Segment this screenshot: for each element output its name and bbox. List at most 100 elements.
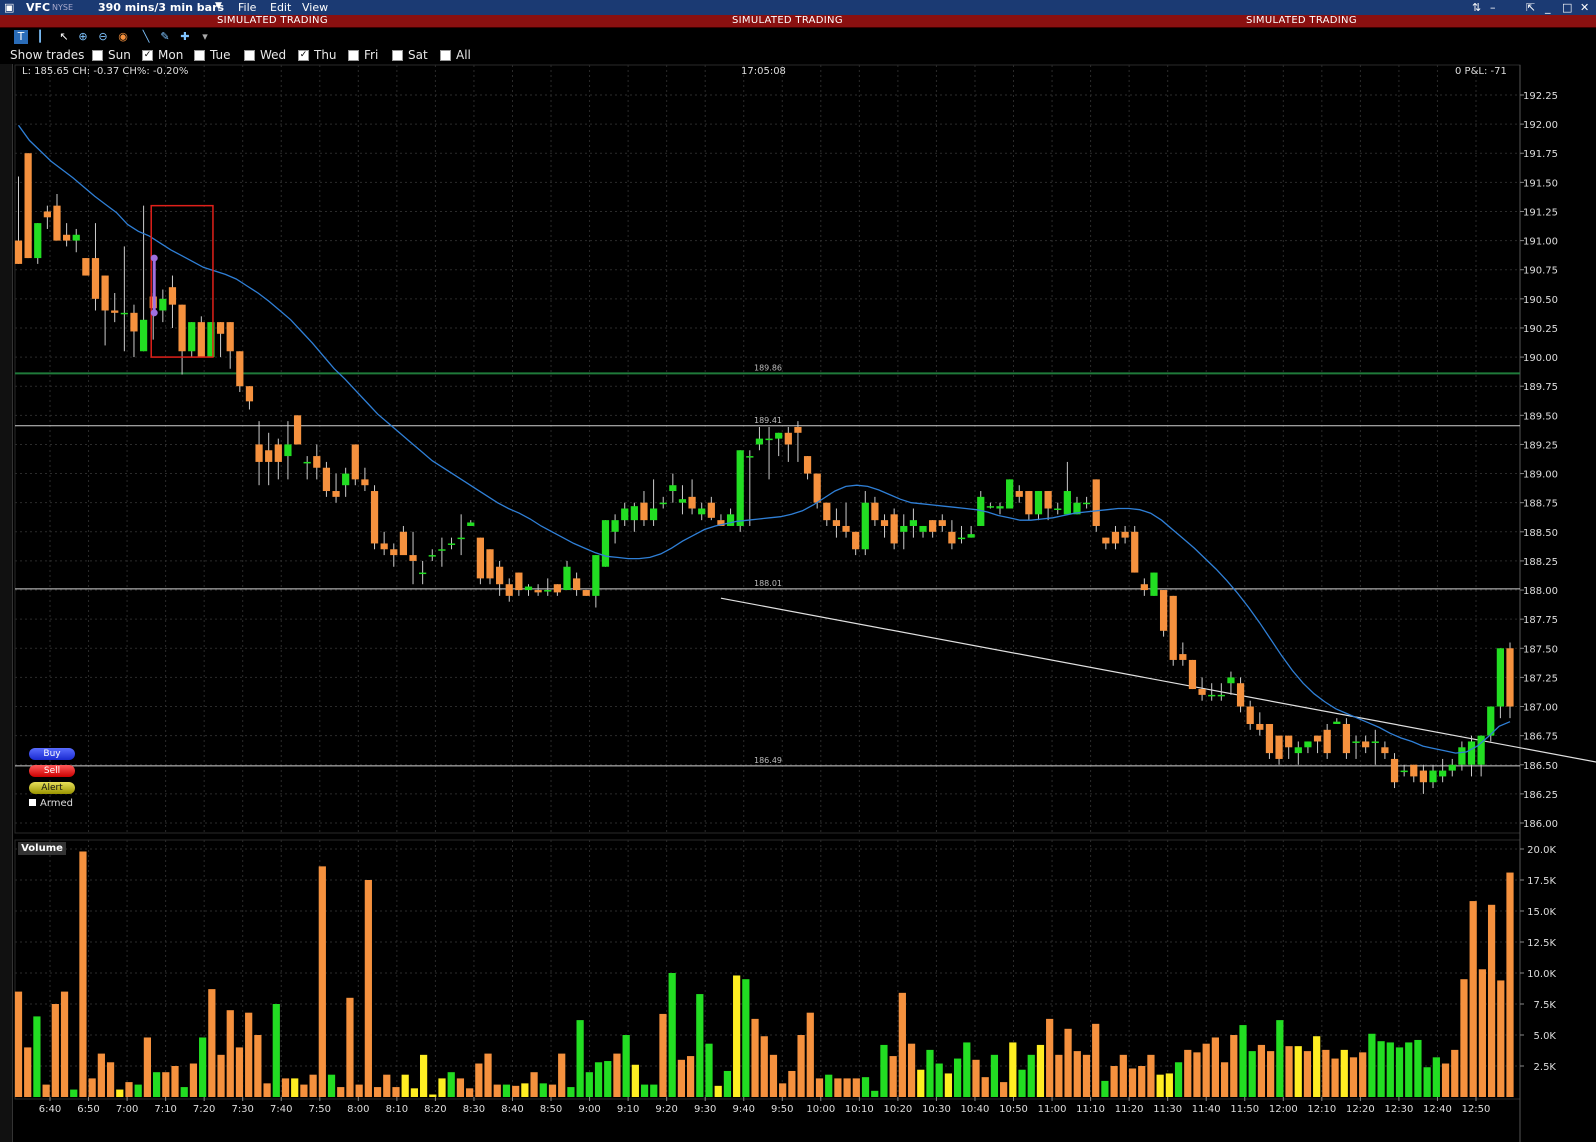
checkbox-sat[interactable]	[392, 50, 403, 61]
zoom-in-icon[interactable]: ⊕	[76, 30, 90, 44]
title-bar: ▣ VFC NYSE 390 mins/3 min bars ▼ File Ed…	[0, 0, 1596, 15]
pnl-info: 0 P&L: -71	[1455, 66, 1507, 77]
candle-body	[909, 520, 918, 526]
candle-body	[573, 578, 581, 591]
volume-bar	[88, 1078, 96, 1097]
horizontal-line-label: 186.49	[754, 756, 782, 765]
candle-body	[476, 537, 484, 579]
candle-body	[245, 386, 254, 402]
candle-body	[1352, 741, 1360, 743]
pin-icon[interactable]: ⇱	[1526, 1, 1535, 14]
time-tick-label: 10:50	[999, 1104, 1028, 1115]
volume-bar	[585, 1072, 593, 1097]
checkbox-wed[interactable]	[244, 50, 255, 61]
candle-body	[1131, 531, 1139, 573]
cursor-icon[interactable]: ↖	[57, 30, 71, 44]
checkbox-sun[interactable]	[92, 50, 103, 61]
time-tick-label: 12:40	[1423, 1104, 1452, 1115]
price-tick-label: 188.75	[1523, 499, 1558, 510]
checkbox-thu[interactable]: ✓	[298, 50, 309, 61]
volume-bar	[1064, 1028, 1072, 1097]
annotation-icon[interactable]: ✎	[158, 30, 172, 44]
interval-dropdown[interactable]: 390 mins/3 min bars	[98, 1, 224, 14]
close-icon[interactable]: ✕	[1580, 1, 1589, 14]
candle-body	[1265, 723, 1274, 754]
checkbox-fri[interactable]	[348, 50, 359, 61]
zoom-out-icon[interactable]: ⊖	[96, 30, 110, 44]
symbol-label[interactable]: VFC	[26, 1, 50, 14]
armed-checkbox[interactable]	[29, 799, 36, 806]
volume-bar	[125, 1082, 133, 1097]
candle-body	[948, 531, 956, 544]
bar-style-icon[interactable]: ┃	[33, 30, 47, 44]
candle-body	[736, 450, 744, 526]
candle-body	[967, 534, 975, 538]
candle-body	[236, 351, 244, 387]
checkbox-tue[interactable]	[194, 50, 205, 61]
day-label-fri: Fri	[364, 48, 379, 62]
menu-view[interactable]: View	[302, 1, 328, 14]
volume-bar	[530, 1072, 538, 1097]
candle-body	[1092, 479, 1100, 526]
chart-type-icon[interactable]: T	[14, 30, 28, 44]
volume-bar	[447, 1072, 455, 1097]
minimize-window-icon[interactable]: _	[1545, 1, 1551, 14]
candle-body	[1111, 531, 1120, 544]
volume-tick-label: 15.0K	[1527, 907, 1556, 918]
toolbar-more-icon[interactable]: ▾	[198, 30, 212, 44]
volume-bar	[1018, 1069, 1026, 1097]
price-tick-label: 188.00	[1523, 586, 1558, 597]
volume-bar	[199, 1037, 207, 1097]
day-label-tue: Tue	[210, 48, 231, 62]
price-tick-label: 191.00	[1523, 237, 1558, 248]
crosshair-icon[interactable]: ◉	[116, 30, 130, 44]
app-icon: ▣	[4, 1, 15, 14]
draw-line-icon[interactable]: ╲	[139, 30, 153, 44]
menu-file[interactable]: File	[238, 1, 256, 14]
candle-body	[524, 586, 533, 591]
armed-toggle[interactable]: Armed	[29, 798, 73, 809]
candle-body	[1400, 770, 1408, 773]
chevron-down-icon[interactable]: ▼	[215, 1, 222, 11]
candle-body	[1044, 491, 1052, 509]
candle-body	[1179, 654, 1187, 660]
candle-body	[1140, 584, 1148, 591]
volume-bar	[1202, 1043, 1210, 1097]
candle-body	[505, 584, 513, 596]
checkbox-all[interactable]	[440, 50, 451, 61]
sell-button[interactable]: Sell	[29, 765, 75, 777]
candle-body	[755, 438, 764, 445]
maximize-icon[interactable]: □	[1562, 1, 1572, 14]
day-label-thu: Thu	[314, 48, 337, 62]
candle-body	[1294, 747, 1302, 754]
alert-button[interactable]: Alert	[29, 782, 75, 794]
volume-bar	[1147, 1054, 1155, 1097]
link-icon[interactable]: ⇅	[1472, 1, 1481, 14]
buy-button[interactable]: Buy	[29, 748, 75, 760]
candle-body	[1246, 706, 1254, 724]
price-tick-label: 190.50	[1523, 295, 1558, 306]
checkbox-mon[interactable]: ✓	[142, 50, 153, 61]
left-scroll-strip[interactable]	[0, 64, 13, 1142]
candle-body	[1506, 648, 1514, 707]
candle-body	[544, 590, 552, 592]
volume-bar	[14, 991, 23, 1097]
volume-bar	[1340, 1049, 1348, 1097]
price-tick-label: 188.50	[1523, 528, 1558, 539]
price-volume-chart[interactable]: 189.86 189.41 188.01 186.49 192.25 192.00 191…	[0, 0, 1596, 1142]
candle-body	[409, 555, 417, 561]
volume-bar	[963, 1042, 971, 1097]
volume-bar	[235, 1047, 244, 1097]
candle-body	[120, 312, 128, 315]
time-tick-label: 6:40	[39, 1104, 61, 1115]
menu-edit[interactable]: Edit	[270, 1, 291, 14]
volume-bar	[1359, 1052, 1367, 1097]
candle-body	[1390, 758, 1399, 783]
volume-bar	[152, 1072, 161, 1097]
wrench-icon[interactable]: ✚	[178, 30, 192, 44]
volume-bar	[134, 1084, 142, 1097]
volume-bar	[171, 1066, 179, 1097]
candle-body	[1054, 508, 1062, 511]
minimize-icon[interactable]: –	[1490, 1, 1496, 14]
volume-bar	[521, 1083, 529, 1097]
